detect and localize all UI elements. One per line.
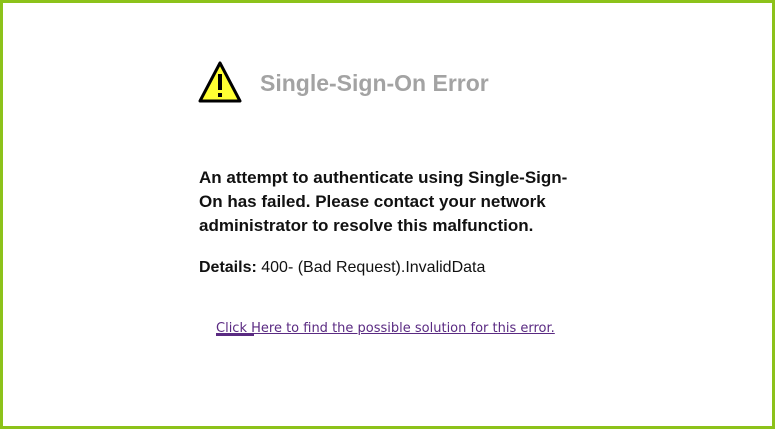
error-details: Details: 400- (Bad Request).InvalidData xyxy=(199,259,485,277)
link-focus-indicator xyxy=(216,334,254,336)
error-message: An attempt to authenticate using Single-… xyxy=(199,168,568,235)
details-value: 400- (Bad Request).InvalidData xyxy=(261,259,486,276)
details-label: Details: xyxy=(199,259,257,276)
solution-link[interactable]: Click Here to find the possible solution… xyxy=(216,321,555,336)
warning-icon xyxy=(198,60,242,104)
error-title: Single-Sign-On Error xyxy=(260,70,489,96)
